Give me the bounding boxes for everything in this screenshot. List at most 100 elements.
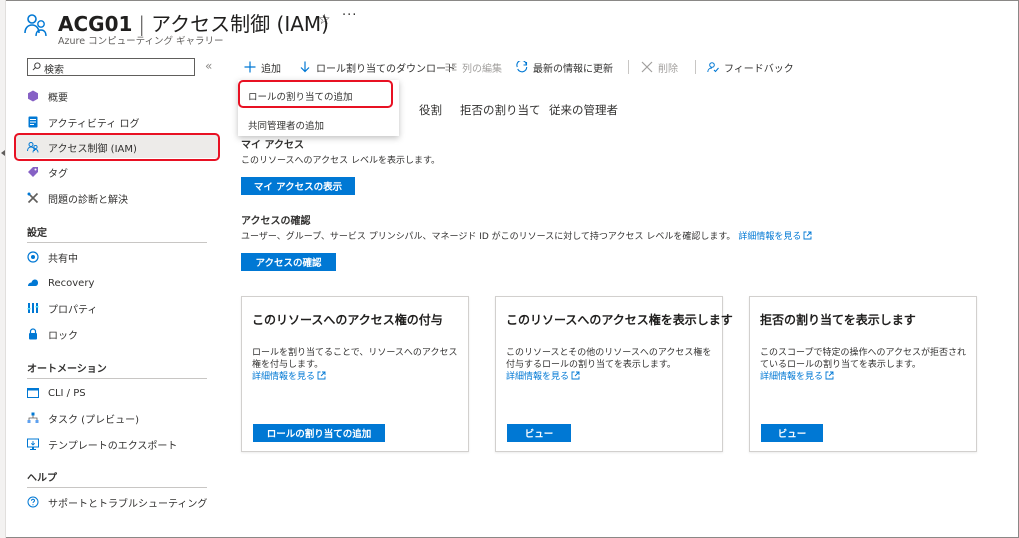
- check-access-button[interactable]: アクセスの確認: [241, 253, 336, 271]
- grant-access-card: このリソースへのアクセス権の付与 ロールを割り当てることで、リソースへのアクセス…: [241, 296, 469, 452]
- card-learn-more[interactable]: 詳細情報を見る: [252, 371, 464, 383]
- view-role-assignments-button[interactable]: ビュー: [507, 424, 571, 442]
- card-learn-more[interactable]: 詳細情報を見る: [760, 371, 972, 383]
- check-access-heading: アクセスの確認: [241, 216, 311, 227]
- tab-deny-assignments[interactable]: 拒否の割り当て: [460, 102, 541, 118]
- sidebar-item-label: アクティビティ ログ: [48, 118, 140, 130]
- view-deny-assignments-card: 拒否の割り当てを表示します このスコープで特定の操作へのアクセスが拒否されている…: [749, 296, 977, 452]
- section-help-heading: ヘルプ: [27, 473, 57, 484]
- sidebar-item-lock[interactable]: ロック: [27, 323, 78, 345]
- download-role-assignments-button[interactable]: ロール割り当てのダウンロード: [299, 58, 456, 76]
- sidebar-search-input[interactable]: 検索: [27, 58, 195, 76]
- view-my-access-button[interactable]: マイ アクセスの表示: [241, 177, 355, 195]
- feedback-label: フィードバック: [724, 63, 794, 75]
- card-title: このリソースへのアクセス権の付与: [252, 313, 443, 327]
- sidebar-item-label: タグ: [48, 168, 68, 180]
- sidebar-item-label: タスク (プレビュー): [48, 414, 139, 426]
- check-access-learn-more-link[interactable]: 詳細情報を見る: [738, 232, 801, 242]
- feedback-button[interactable]: フィードバック: [707, 58, 794, 76]
- view-deny-assignments-button[interactable]: ビュー: [761, 424, 823, 442]
- edit-columns-button[interactable]: 列の編集: [445, 58, 502, 76]
- sidebar-item-tags[interactable]: タグ: [27, 161, 68, 183]
- sidebar-item-label: テンプレートのエクスポート: [48, 440, 178, 452]
- sidebar-item-label: プロパティ: [48, 304, 98, 316]
- menu-item-add-co-administrator[interactable]: 共同管理者の追加: [248, 118, 324, 132]
- add-label: 追加: [261, 63, 281, 75]
- sidebar-item-label: 共有中: [48, 253, 78, 265]
- learn-more-link[interactable]: 詳細情報を見る: [760, 372, 823, 382]
- card-title: 拒否の割り当てを表示します: [760, 313, 916, 327]
- check-access-description: ユーザー、グループ、サービス プリンシパル、マネージド ID がこのリソースに対…: [241, 229, 812, 242]
- sidebar-item-support[interactable]: サポートとトラブルシューティング: [27, 491, 207, 513]
- refresh-button[interactable]: 最新の情報に更新: [516, 58, 613, 76]
- sidebar-item-cli-ps[interactable]: CLI / PS: [27, 382, 86, 404]
- refresh-label: 最新の情報に更新: [533, 63, 613, 75]
- card-title: このリソースへのアクセス権を表示します: [506, 313, 733, 327]
- lock-icon: [27, 328, 39, 340]
- sidebar-item-label: サポートとトラブルシューティング: [48, 498, 208, 510]
- sidebar-item-properties[interactable]: プロパティ: [27, 297, 97, 319]
- card-learn-more[interactable]: 詳細情報を見る: [506, 371, 718, 383]
- check-access-text: ユーザー、グループ、サービス プリンシパル、マネージド ID がこのリソースに対…: [241, 232, 736, 242]
- edit-columns-label: 列の編集: [462, 63, 502, 75]
- card-text: ロールを割り当てることで、リソースへのアクセス権を付与します。: [252, 348, 458, 370]
- tab-roles[interactable]: 役割: [419, 102, 442, 118]
- delete-icon: [641, 61, 653, 73]
- sidebar-item-diagnose[interactable]: 問題の診断と解決: [27, 187, 128, 209]
- divider: [27, 242, 207, 243]
- plus-icon: [244, 61, 256, 73]
- help-icon: [27, 496, 39, 508]
- card-text: このリソースとその他のリソースへのアクセス権を付与するロールの割り当てを表示しま…: [506, 348, 712, 370]
- iam-highlight-box: [14, 133, 220, 161]
- toolbar-divider: [628, 60, 629, 74]
- external-link-icon: [825, 371, 834, 380]
- view-access-card: このリソースへのアクセス権を表示します このリソースとその他のリソースへのアクセ…: [495, 296, 733, 452]
- external-link-icon: [803, 231, 812, 240]
- refresh-icon: [516, 59, 528, 73]
- activity-log-icon: [27, 116, 39, 128]
- add-role-highlight-box: [238, 80, 393, 108]
- card-description: このリソースとその他のリソースへのアクセス権を付与するロールの割り当てを表示しま…: [506, 347, 718, 383]
- properties-icon: [27, 302, 39, 314]
- diagnose-icon: [27, 192, 39, 204]
- blade-edge[interactable]: [0, 0, 6, 538]
- iam-users-icon: [24, 14, 47, 37]
- sidebar-item-label: 概要: [48, 92, 68, 104]
- add-role-assignment-button[interactable]: ロールの割り当ての追加: [253, 424, 385, 442]
- overview-icon: [27, 90, 39, 102]
- expand-arrow-icon[interactable]: [1, 150, 5, 156]
- sidebar-item-label: Recovery: [48, 277, 95, 289]
- card-description: ロールを割り当てることで、リソースへのアクセス権を付与します。 詳細情報を見る: [252, 347, 464, 383]
- section-automation-heading: オートメーション: [27, 364, 107, 375]
- external-link-icon: [571, 371, 580, 380]
- delete-button[interactable]: 削除: [641, 58, 678, 76]
- my-access-description: このリソースへのアクセス レベルを表示します。: [241, 156, 441, 166]
- search-icon: [32, 62, 41, 71]
- export-template-icon: [27, 438, 39, 450]
- delete-label: 削除: [658, 63, 678, 75]
- learn-more-link[interactable]: 詳細情報を見る: [252, 372, 315, 382]
- sidebar-item-label: CLI / PS: [48, 387, 86, 399]
- resource-type-subtitle: Azure コンピューティング ギャラリー: [58, 36, 224, 47]
- tag-icon: [27, 166, 39, 178]
- recovery-icon: [27, 277, 39, 289]
- toolbar-divider: [695, 60, 696, 74]
- divider: [27, 378, 207, 379]
- more-options-button[interactable]: ···: [342, 8, 357, 23]
- sidebar-item-export-template[interactable]: テンプレートのエクスポート: [27, 433, 177, 455]
- add-button[interactable]: 追加: [244, 58, 281, 76]
- sidebar-item-activity-log[interactable]: アクティビティ ログ: [27, 111, 139, 133]
- my-access-heading: マイ アクセス: [241, 140, 304, 151]
- card-text: このスコープで特定の操作へのアクセスが拒否されているロールの割り当てを表示します…: [760, 348, 967, 370]
- favorite-star-icon[interactable]: ☆: [318, 12, 331, 28]
- sharing-icon: [27, 251, 39, 263]
- sidebar-item-tasks[interactable]: タスク (プレビュー): [27, 407, 139, 429]
- sidebar-item-recovery[interactable]: Recovery: [27, 272, 94, 294]
- window-frame: [0, 0, 1019, 538]
- learn-more-link[interactable]: 詳細情報を見る: [506, 372, 569, 382]
- tab-classic-administrators[interactable]: 従来の管理者: [549, 102, 618, 118]
- sidebar-item-overview[interactable]: 概要: [27, 85, 68, 107]
- sidebar-item-sharing[interactable]: 共有中: [27, 246, 78, 268]
- collapse-sidebar-button[interactable]: «: [205, 59, 212, 73]
- columns-icon: [445, 61, 457, 73]
